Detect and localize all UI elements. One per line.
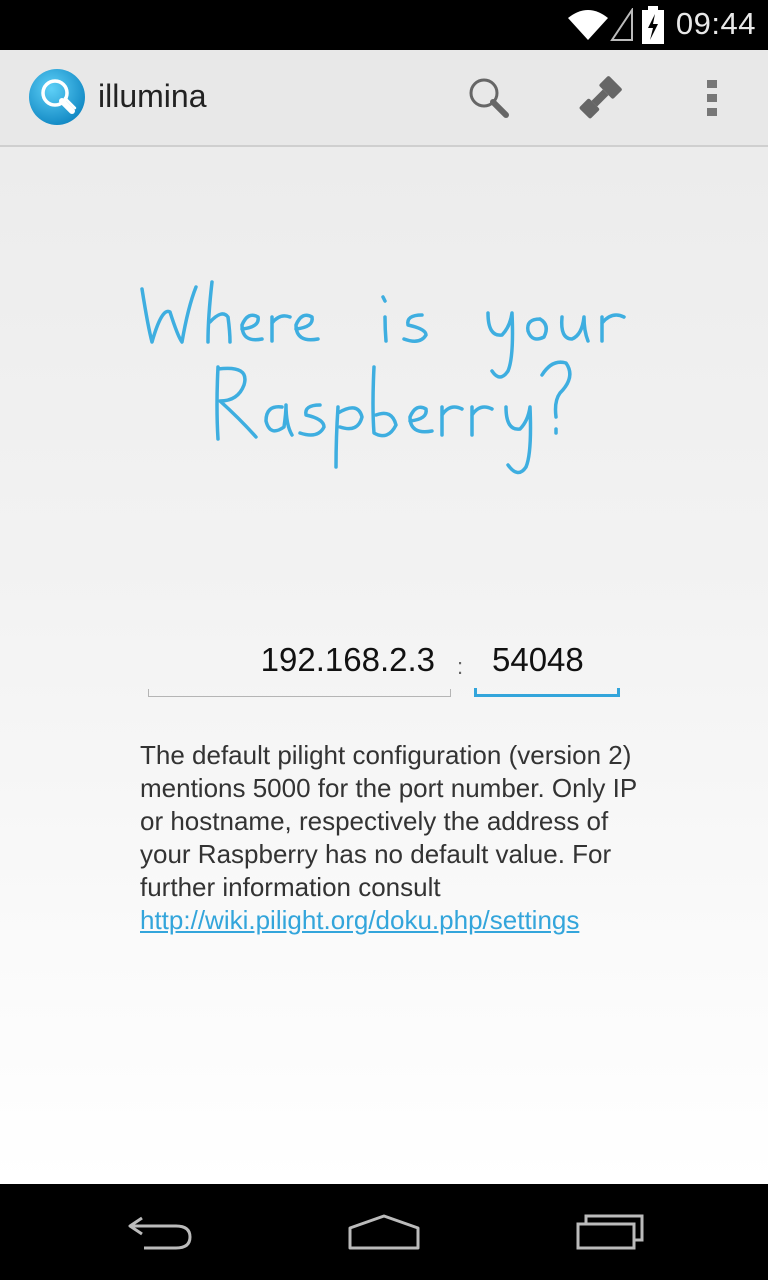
info-text: The default pilight configuration (versi… <box>140 740 637 902</box>
port-underline-focused <box>474 694 620 697</box>
ip-underline-tick-right <box>450 689 451 697</box>
search-button[interactable] <box>460 70 516 126</box>
overflow-menu-button[interactable] <box>684 70 740 126</box>
connect-button[interactable] <box>572 70 628 126</box>
search-icon <box>469 78 509 118</box>
ip-underline <box>148 696 451 697</box>
wifi-icon <box>568 10 608 40</box>
overflow-menu-icon <box>707 80 717 116</box>
back-icon <box>128 1216 192 1250</box>
status-time: 09:44 <box>675 6 756 41</box>
info-paragraph: The default pilight configuration (versi… <box>140 739 640 937</box>
ip-address-input[interactable]: 192.168.2.3 <box>148 637 451 697</box>
recent-apps-icon <box>576 1214 644 1250</box>
port-value: 54048 <box>492 641 584 678</box>
ip-port-separator: : <box>457 654 464 679</box>
battery-charging-icon <box>642 6 664 44</box>
app-logo[interactable] <box>28 68 86 126</box>
lightbulb-icon <box>29 69 85 125</box>
home-icon <box>348 1214 420 1250</box>
content-area: 192.168.2.3 : 54048 The default pilight … <box>0 147 768 1184</box>
port-underline-tick-right <box>617 688 620 697</box>
settings-link[interactable]: http://wiki.pilight.org/doku.php/setting… <box>140 905 579 935</box>
port-underline-tick-left <box>474 688 477 697</box>
ip-address-value: 192.168.2.3 <box>260 641 435 678</box>
status-bar: 09:44 <box>0 0 768 50</box>
navigation-bar <box>0 1184 768 1280</box>
ip-underline-tick-left <box>148 689 149 697</box>
connect-plug-icon <box>579 76 622 119</box>
action-bar: illumina <box>0 50 768 147</box>
home-button[interactable] <box>334 1204 434 1260</box>
port-input[interactable]: 54048 <box>474 637 620 697</box>
handwritten-heading-image <box>140 280 626 475</box>
app-title: illumina <box>98 78 207 114</box>
recent-apps-button[interactable] <box>560 1204 660 1260</box>
cell-signal-icon <box>610 8 633 41</box>
back-button[interactable] <box>110 1204 210 1260</box>
